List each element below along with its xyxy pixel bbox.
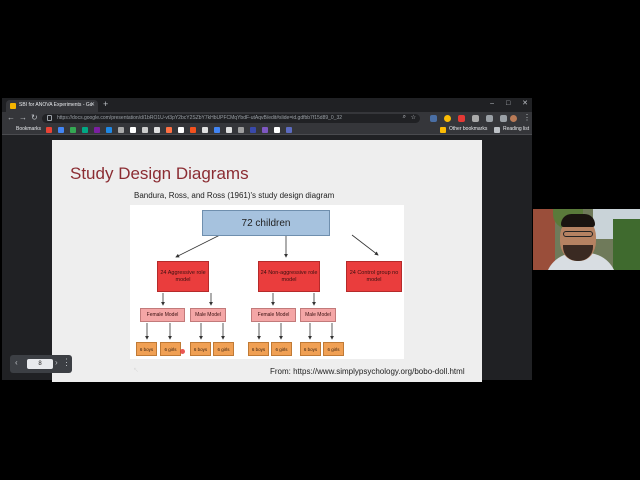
url-text: https://docs.google.com/presentation/d/1… [57, 115, 343, 121]
search-icon[interactable]: ⌕ [403, 114, 406, 121]
tab-close-icon[interactable]: ✕ [90, 101, 95, 108]
leaf-box: 6 boys [190, 342, 211, 356]
window-controls: – □ ✕ [480, 99, 528, 107]
bookmarks-label[interactable]: Bookmarks [16, 126, 41, 132]
bookmark-icon[interactable] [70, 127, 76, 133]
extension-icon[interactable] [486, 115, 493, 122]
bookmark-icon[interactable] [202, 127, 208, 133]
bookmark-icon[interactable] [214, 127, 220, 133]
gmail-bookmark-icon[interactable] [46, 127, 52, 133]
glasses [563, 231, 593, 237]
leaf-box: 6 girls [323, 342, 344, 356]
bookmark-icon[interactable] [166, 127, 172, 133]
slide-subtitle: Bandura, Ross, and Ross (1961)'s study d… [134, 191, 335, 200]
bookmark-icon[interactable] [118, 127, 124, 133]
tab-strip: SBI for ANOVA Experiments - Go ✕ + – □ ✕ [2, 98, 532, 112]
group-control-box: 24 Control group no model [346, 261, 402, 292]
bookmark-icon[interactable] [58, 127, 64, 133]
forward-icon[interactable]: → [19, 113, 27, 122]
puzzle-icon[interactable] [500, 115, 507, 122]
tab-title: SBI for ANOVA Experiments - Go [19, 102, 93, 108]
webcam-video [533, 209, 640, 270]
bookmark-icon[interactable] [250, 127, 256, 133]
model-box: Female Model [140, 308, 185, 322]
extension-icon[interactable] [430, 115, 437, 122]
model-box: Male Model [190, 308, 226, 322]
new-tab-icon[interactable]: + [103, 99, 108, 109]
back-icon[interactable]: ← [7, 113, 15, 122]
leaf-box: 6 boys [248, 342, 269, 356]
group-non-aggressive-box: 24 Non-aggressive role model [258, 261, 320, 292]
bookmark-star-icon[interactable]: ☆ [411, 114, 416, 121]
bookmark-icon[interactable] [82, 127, 88, 133]
navigation-bar: ← → ↻ https://docs.google.com/presentati… [2, 112, 532, 125]
folder-icon [440, 127, 446, 133]
presentation-slide: Study Design Diagrams Bandura, Ross, and… [52, 140, 482, 382]
bookmark-icon[interactable] [154, 127, 160, 133]
leaf-box: 6 boys [136, 342, 157, 356]
laser-pointer-dot [180, 349, 185, 354]
bookmark-icon[interactable] [226, 127, 232, 133]
previous-slide-icon[interactable]: ‹ [15, 358, 18, 367]
bookmark-icon[interactable] [94, 127, 100, 133]
menu-kebab-icon[interactable]: ⋮ [523, 113, 531, 122]
bookmark-icon[interactable] [178, 127, 184, 133]
leaf-box: 6 girls [213, 342, 234, 356]
leaf-box: 6 girls [160, 342, 181, 356]
bookmark-icon[interactable] [142, 127, 148, 133]
bookmarks-bar: Bookmarks Other bookmarks Reading list [2, 125, 532, 135]
bookmark-icon[interactable] [286, 127, 292, 133]
maximize-icon[interactable]: □ [506, 100, 510, 107]
next-slide-icon[interactable]: › [55, 358, 58, 367]
more-options-icon[interactable]: ⋮ [62, 357, 71, 368]
model-box: Male Model [300, 308, 336, 322]
extension-icon[interactable] [458, 115, 465, 122]
root-node-box: 72 children [202, 210, 330, 236]
browser-tab[interactable]: SBI for ANOVA Experiments - Go ✕ [6, 100, 98, 112]
bookmark-icon[interactable] [130, 127, 136, 133]
address-bar[interactable]: https://docs.google.com/presentation/d/1… [42, 114, 420, 123]
bookmark-icon[interactable] [238, 127, 244, 133]
reload-icon[interactable]: ↻ [31, 113, 38, 122]
extension-icon[interactable] [444, 115, 451, 122]
study-design-diagram: 72 children 24 Aggressive role model 24 … [130, 205, 404, 359]
slides-favicon-icon [10, 103, 16, 109]
profile-avatar[interactable] [510, 115, 517, 122]
mouse-cursor-icon: ↖ [133, 367, 139, 374]
screen: SBI for ANOVA Experiments - Go ✕ + – □ ✕… [0, 0, 640, 480]
leaf-box: 6 girls [271, 342, 292, 356]
slide-title: Study Design Diagrams [70, 164, 249, 183]
model-box: Female Model [251, 308, 296, 322]
bookmark-icon[interactable] [262, 127, 268, 133]
slide-number-field[interactable]: 8 [27, 359, 53, 369]
close-window-icon[interactable]: ✕ [522, 100, 528, 107]
extension-icon[interactable] [472, 115, 479, 122]
bookmark-icon[interactable] [274, 127, 280, 133]
lock-icon [47, 115, 52, 121]
reading-list-icon [494, 127, 500, 133]
other-bookmarks-label[interactable]: Other bookmarks [449, 126, 487, 132]
slide-navigator: ‹ 8 › ⋮ [10, 355, 72, 373]
slide-source-citation: From: https://www.simplypsychology.org/b… [270, 367, 465, 376]
group-aggressive-box: 24 Aggressive role model [157, 261, 209, 292]
bookmark-icon[interactable] [106, 127, 112, 133]
minimize-icon[interactable]: – [490, 100, 494, 107]
bookmark-icon[interactable] [190, 127, 196, 133]
reading-list-label[interactable]: Reading list [503, 126, 529, 132]
leaf-box: 6 boys [300, 342, 321, 356]
